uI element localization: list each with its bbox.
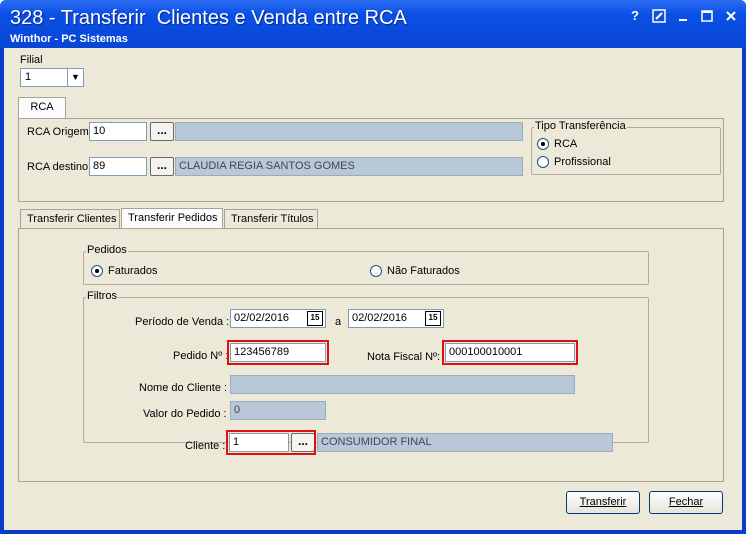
periodo-ate-value: 02/02/2016 — [352, 312, 408, 324]
window-title: 328 - Transferir Clientes e Venda entre … — [10, 7, 407, 29]
tipo-transferencia-group: Tipo Transferência RCA Profissional — [531, 120, 721, 175]
rca-destino-label: RCA destino — [27, 161, 89, 173]
pedido-label: Pedido Nº : — [173, 350, 229, 362]
edit-icon[interactable] — [650, 8, 668, 24]
filial-select[interactable]: 1 ▼ — [20, 68, 84, 87]
periodo-de-value: 02/02/2016 — [234, 312, 290, 324]
help-icon[interactable]: ? — [626, 8, 644, 24]
periodo-ate-input[interactable]: 02/02/2016 15 — [348, 309, 444, 328]
pedidos-panel: Pedidos Faturados Não Faturados Filtros … — [18, 228, 724, 482]
tab-transferir-pedidos[interactable]: Transferir Pedidos — [121, 208, 223, 230]
tipo-rca-label: RCA — [554, 138, 578, 150]
tab-rca[interactable]: RCA — [18, 97, 66, 119]
rca-panel: RCA Origem 10 ... RCA destino 89 ... CLA… — [18, 118, 724, 202]
tipo-transferencia-title: Tipo Transferência — [534, 120, 627, 133]
calendar-icon[interactable]: 15 — [307, 311, 323, 326]
app-window: 328 - Transferir Clientes e Venda entre … — [0, 0, 746, 534]
nome-cliente-label: Nome do Cliente : — [139, 382, 228, 394]
filtros-group: Filtros Período de Venda : 02/02/2016 15… — [83, 290, 649, 443]
client-area: Filial 1 ▼ RCA RCA Origem 10 ... RCA des… — [4, 48, 742, 530]
nota-fiscal-label: Nota Fiscal Nº: — [367, 351, 441, 363]
window-subtitle: Winthor - PC Sistemas — [10, 33, 128, 45]
periodo-de-input[interactable]: 02/02/2016 15 — [230, 309, 326, 328]
minimize-icon[interactable] — [674, 8, 692, 24]
valor-pedido-field: 0 — [230, 401, 326, 420]
nao-faturados-radio[interactable] — [370, 265, 382, 277]
rca-origem-name — [175, 122, 523, 141]
filial-value: 1 — [25, 71, 32, 83]
tab-transferir-titulos[interactable]: Transferir Títulos — [224, 209, 318, 229]
rca-destino-browse-button[interactable]: ... — [150, 157, 174, 176]
rca-origem-input[interactable]: 10 — [89, 122, 147, 141]
faturados-label: Faturados — [108, 265, 158, 277]
rca-origem-browse-button[interactable]: ... — [150, 122, 174, 141]
nao-faturados-label: Não Faturados — [387, 265, 460, 277]
tab-transferir-clientes[interactable]: Transferir Clientes — [20, 209, 120, 229]
nota-fiscal-highlight — [442, 340, 578, 365]
close-icon[interactable] — [722, 8, 740, 24]
cliente-label: Cliente : — [185, 440, 226, 452]
valor-pedido-label: Valor do Pedido : — [143, 408, 227, 420]
cliente-highlight — [226, 430, 316, 455]
chevron-down-icon[interactable]: ▼ — [67, 69, 83, 86]
filial-label: Filial — [20, 54, 43, 66]
faturados-radio[interactable] — [91, 265, 103, 277]
title-bar[interactable]: 328 - Transferir Clientes e Venda entre … — [0, 0, 746, 48]
tipo-profissional-label: Profissional — [554, 156, 611, 168]
rca-destino-name: CLAUDIA REGIA SANTOS GOMES — [175, 157, 523, 176]
rca-origem-label: RCA Origem — [27, 126, 89, 138]
pedido-highlight — [227, 340, 329, 365]
rca-destino-input[interactable]: 89 — [89, 157, 147, 176]
nome-cliente-field — [230, 375, 575, 394]
maximize-icon[interactable] — [698, 8, 716, 24]
pedidos-group: Pedidos Faturados Não Faturados — [83, 244, 649, 285]
periodo-sep: a — [335, 316, 342, 328]
transferir-button[interactable]: Transferir — [566, 491, 640, 514]
pedidos-title: Pedidos — [86, 244, 128, 257]
periodo-label: Período de Venda : — [135, 316, 230, 328]
fechar-button[interactable]: Fechar — [649, 491, 723, 514]
filtros-title: Filtros — [86, 290, 118, 303]
cliente-name: CONSUMIDOR FINAL — [317, 433, 613, 452]
tipo-profissional-radio[interactable] — [537, 156, 549, 168]
tipo-rca-radio[interactable] — [537, 138, 549, 150]
calendar-icon[interactable]: 15 — [425, 311, 441, 326]
